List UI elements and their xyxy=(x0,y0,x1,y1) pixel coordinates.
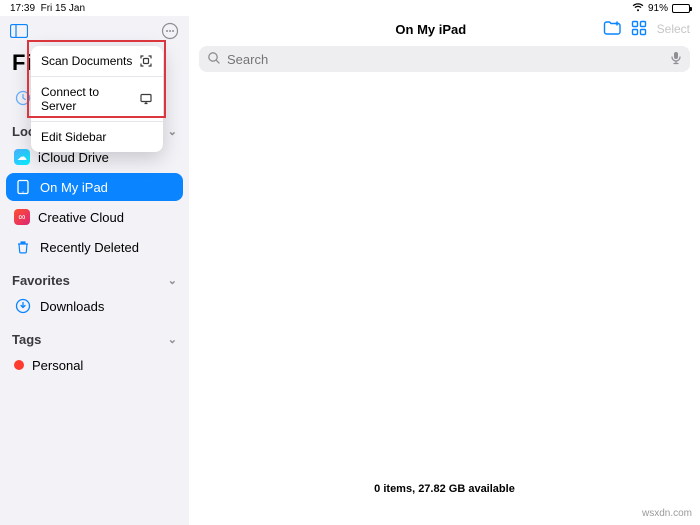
chevron-down-icon: ⌄ xyxy=(168,274,177,287)
status-time-date: 17:39 Fri 15 Jan xyxy=(10,3,85,14)
sidebar-item-tag-personal[interactable]: Personal xyxy=(6,351,183,379)
sidebar-item-label: On My iPad xyxy=(40,180,108,195)
sidebar-item-label: Downloads xyxy=(40,299,104,314)
menu-scan-documents[interactable]: Scan Documents xyxy=(31,46,163,77)
page-title: On My iPad xyxy=(269,22,593,37)
sidebar-item-creative-cloud[interactable]: ∞ Creative Cloud xyxy=(6,203,183,231)
mic-icon[interactable] xyxy=(670,51,682,68)
section-tags[interactable]: Tags ⌄ xyxy=(6,326,183,349)
new-folder-icon[interactable] xyxy=(603,20,621,39)
chevron-down-icon: ⌄ xyxy=(168,333,177,346)
icloud-icon: ☁︎ xyxy=(14,149,30,165)
watermark: wsxdn.com xyxy=(642,508,692,519)
sidebar-item-downloads[interactable]: Downloads xyxy=(6,292,183,320)
status-bar: 17:39 Fri 15 Jan 91% xyxy=(0,0,700,16)
section-favorites[interactable]: Favorites ⌄ xyxy=(6,267,183,290)
sidebar-item-on-my-ipad[interactable]: On My iPad xyxy=(6,173,183,201)
creative-cloud-icon: ∞ xyxy=(14,209,30,225)
trash-icon xyxy=(14,238,32,256)
ipad-icon xyxy=(14,178,32,196)
file-area: 0 items, 27.82 GB available xyxy=(189,78,700,525)
menu-connect-to-server[interactable]: Connect to Server xyxy=(31,77,163,122)
more-menu-popover: Scan Documents Connect to Server Edit Si… xyxy=(31,46,163,152)
sidebar-item-recently-deleted[interactable]: Recently Deleted xyxy=(6,233,183,261)
chevron-down-icon: ⌄ xyxy=(168,125,177,138)
sidebar: Fil R Locations ⌄ ☁︎ iCloud Drive On My … xyxy=(0,16,189,525)
wifi-icon xyxy=(632,2,644,15)
toolbar: On My iPad Select xyxy=(189,16,700,42)
battery-icon xyxy=(672,4,690,13)
sidebar-item-label: Creative Cloud xyxy=(38,210,124,225)
clock-icon xyxy=(14,89,32,107)
search-icon xyxy=(207,51,221,68)
sidebar-item-label: Recently Deleted xyxy=(40,240,139,255)
downloads-icon xyxy=(14,297,32,315)
more-menu-icon[interactable] xyxy=(161,22,179,40)
server-icon xyxy=(137,92,153,106)
status-footer: 0 items, 27.82 GB available xyxy=(189,483,700,495)
status-right: 91% xyxy=(632,2,690,15)
sidebar-toggle-icon[interactable] xyxy=(10,22,28,40)
tag-dot-icon xyxy=(14,360,24,370)
select-button[interactable]: Select xyxy=(657,22,690,36)
sidebar-item-label: Personal xyxy=(32,358,83,373)
menu-edit-sidebar[interactable]: Edit Sidebar xyxy=(31,122,163,152)
content-pane: On My iPad Select 0 items, 27.82 GB ava xyxy=(189,16,700,525)
scan-icon xyxy=(137,54,153,68)
battery-pct: 91% xyxy=(648,3,668,14)
search-bar[interactable] xyxy=(199,46,690,72)
search-input[interactable] xyxy=(227,52,664,67)
view-grid-icon[interactable] xyxy=(631,20,647,39)
